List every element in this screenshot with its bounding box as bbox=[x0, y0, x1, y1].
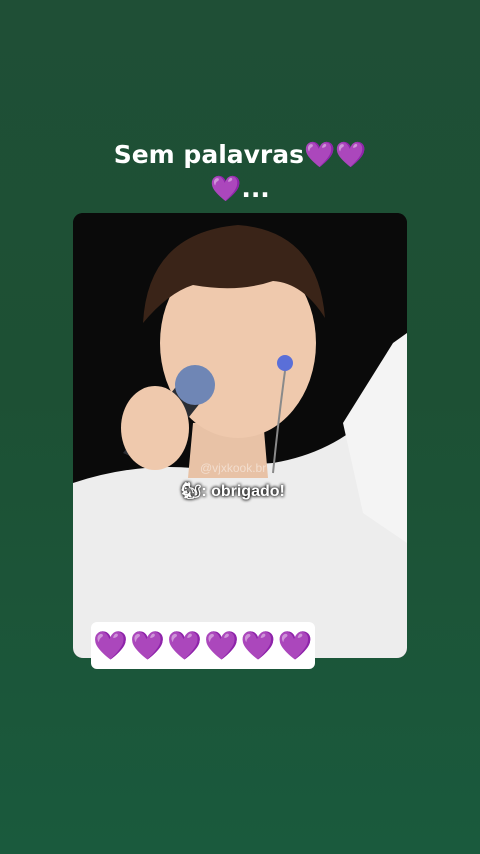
story-caption: Sem palavras💜💜 💜... bbox=[0, 138, 480, 206]
singer-illustration bbox=[73, 213, 407, 658]
video-frame[interactable]: @vjxkook.br 🐿: obrigado! bbox=[73, 213, 407, 658]
heart-emoji: 💜 bbox=[93, 628, 129, 662]
purple-hearts-sticker[interactable]: 💜 💜 💜 💜 💜 💜 bbox=[91, 622, 315, 669]
heart-emoji: 💜 bbox=[130, 628, 166, 662]
caption-line-2: 💜... bbox=[210, 174, 270, 203]
video-subtitle: 🐿: obrigado! bbox=[181, 483, 285, 500]
heart-emoji: 💜 bbox=[204, 628, 239, 662]
heart-emoji: 💜 bbox=[277, 628, 313, 662]
video-watermark: @vjxkook.br bbox=[200, 461, 267, 475]
heart-emoji: 💜 bbox=[167, 628, 202, 662]
caption-line-1: Sem palavras💜💜 bbox=[113, 140, 367, 169]
heart-emoji: 💜 bbox=[240, 628, 276, 662]
